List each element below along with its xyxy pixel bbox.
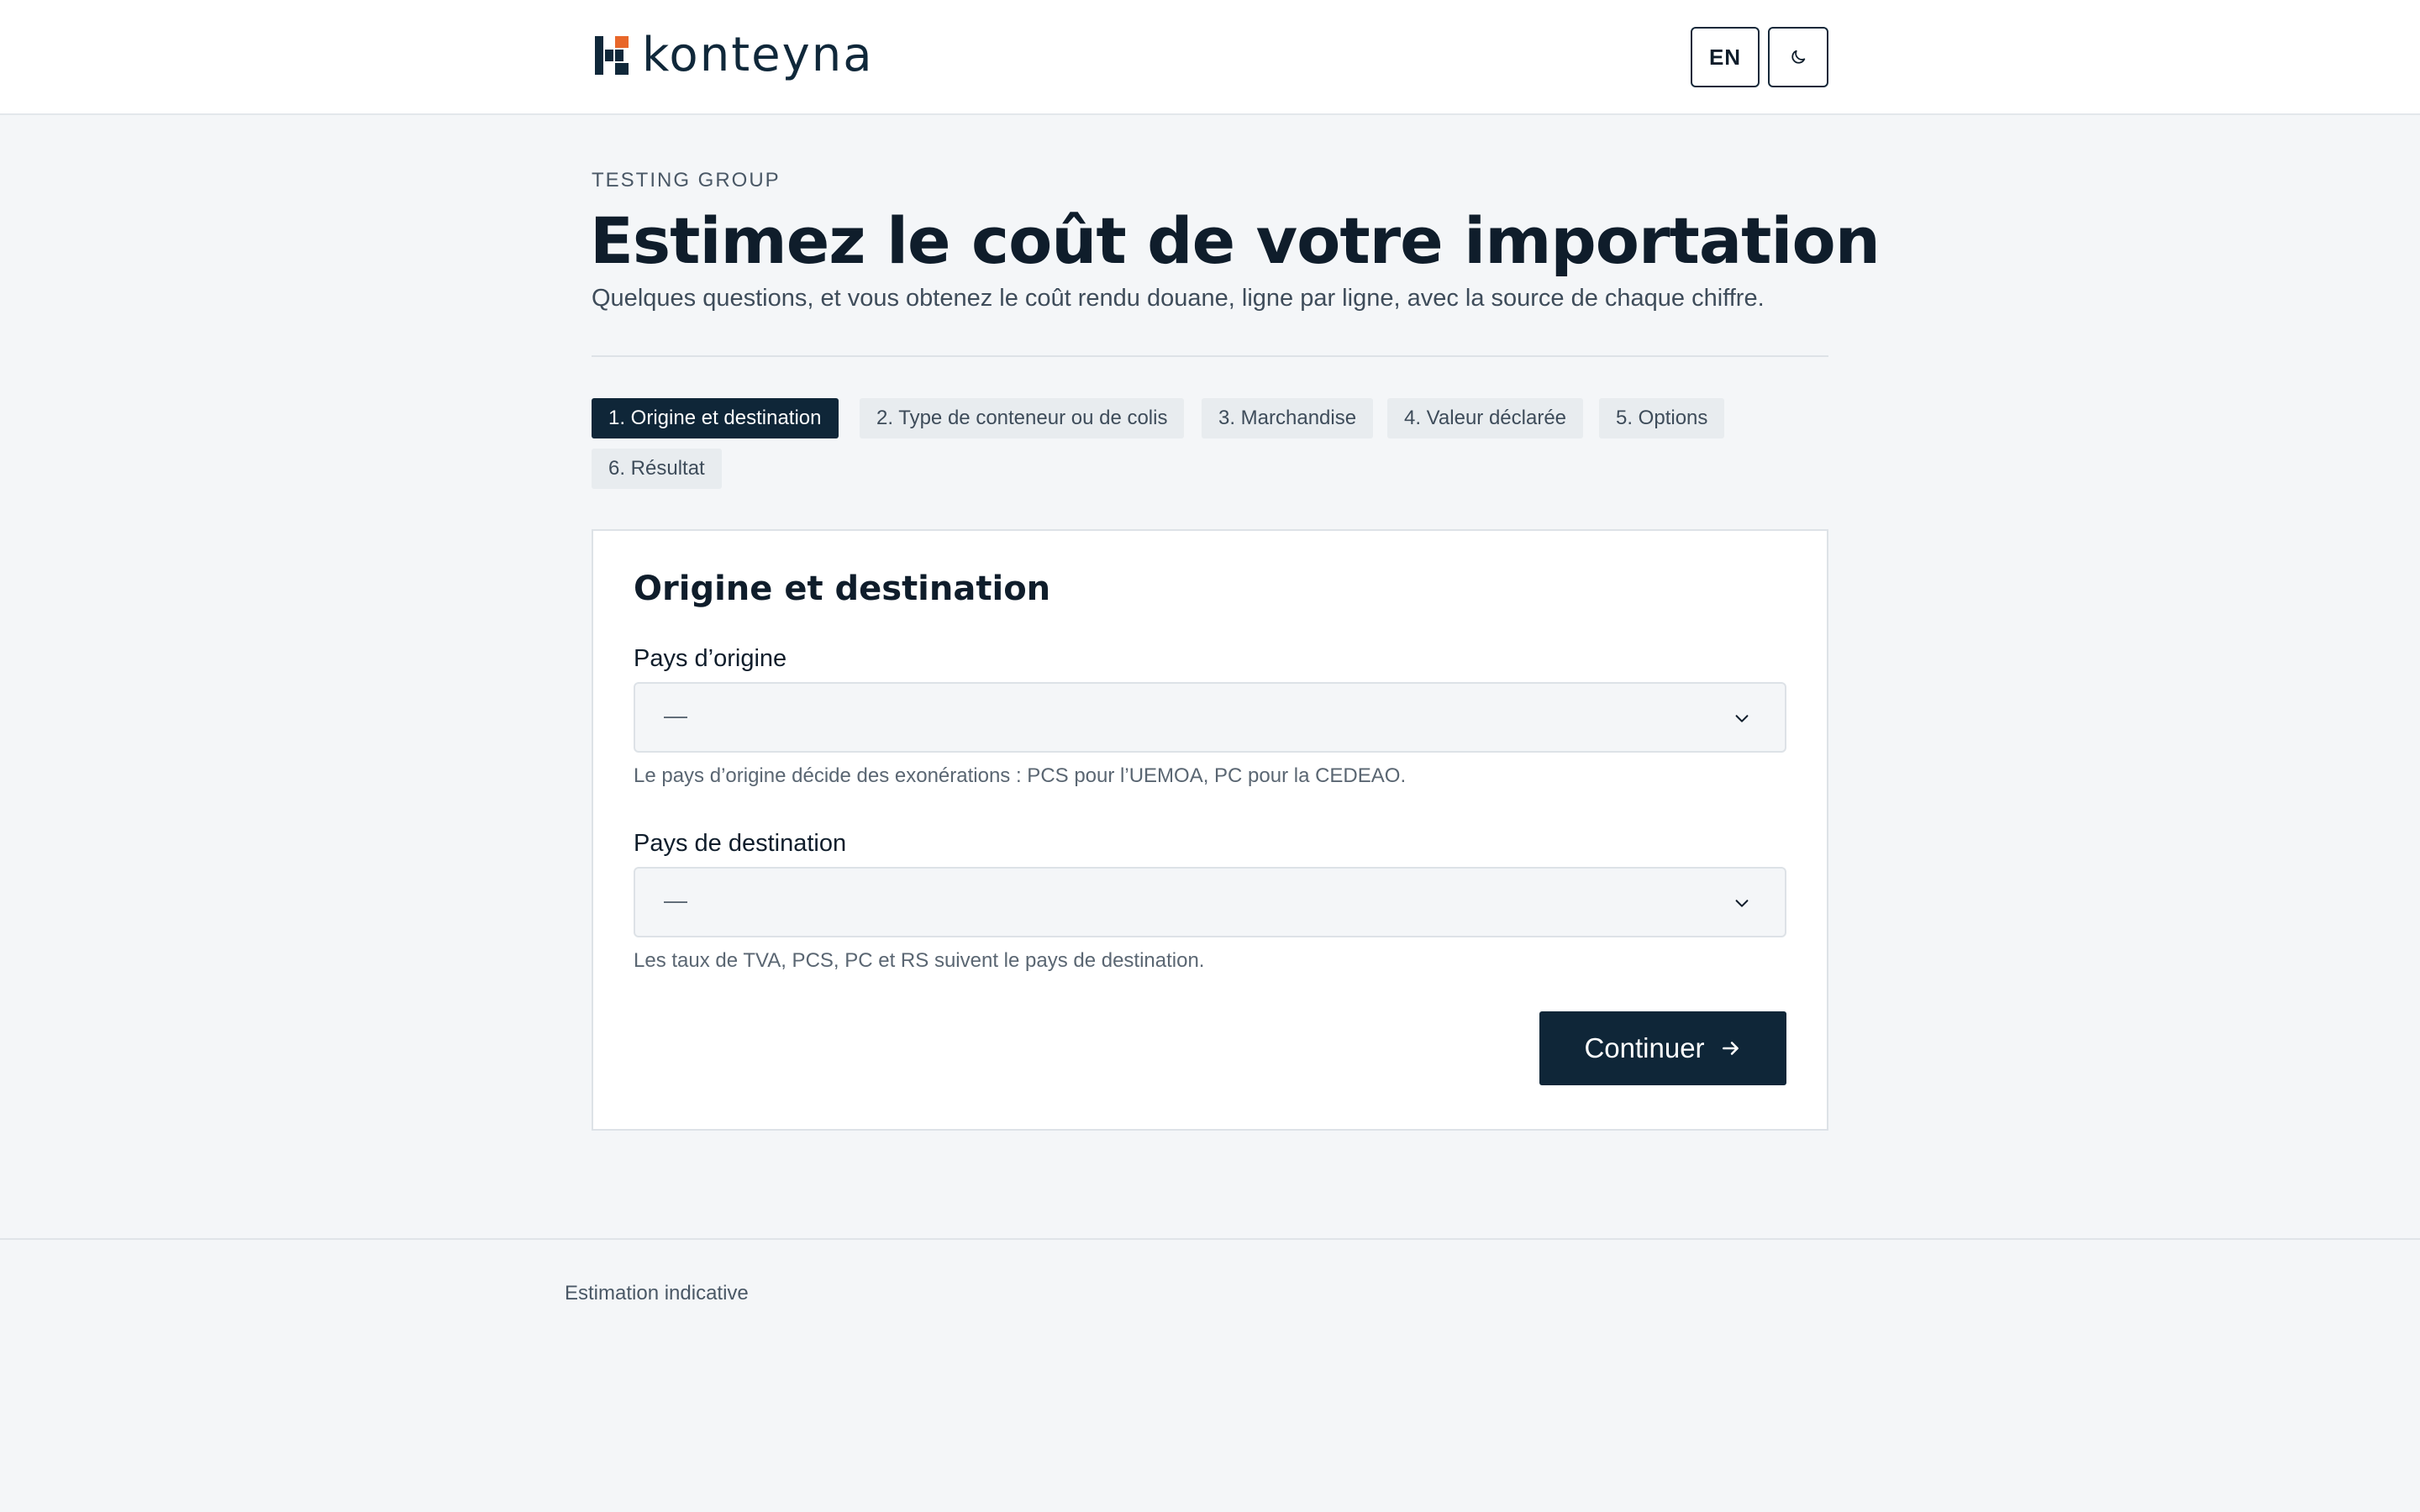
- group-eyebrow: TESTING GROUP: [592, 169, 781, 192]
- form-title: Origine et destination: [634, 570, 1051, 608]
- origin-label: Pays d’origine: [634, 645, 787, 672]
- continue-label: Continuer: [1584, 1032, 1705, 1063]
- moon-icon: [1791, 50, 1806, 64]
- arrow-right-icon: [1722, 1042, 1739, 1055]
- chevron-down-icon: [1735, 715, 1749, 722]
- continue-button[interactable]: Continuer: [1539, 1011, 1786, 1085]
- destination-country-select[interactable]: —: [634, 867, 1786, 937]
- step-origin-destination[interactable]: 1. Origine et destination: [592, 398, 839, 438]
- page-title: Estimez le coût de votre importation: [590, 203, 1881, 278]
- konteyna-logo-icon: [595, 36, 629, 75]
- page-subtitle: Quelques questions, et vous obtenez le c…: [592, 285, 1765, 312]
- footer-disclaimer: Estimation indicative: [565, 1282, 749, 1305]
- step-result[interactable]: 6. Résultat: [592, 449, 722, 489]
- origin-select-value: —: [664, 702, 687, 728]
- destination-label: Pays de destination: [634, 830, 847, 857]
- step-merchandise[interactable]: 3. Marchandise: [1202, 398, 1374, 438]
- step-container-type[interactable]: 2. Type de conteneur ou de colis: [860, 398, 1185, 438]
- footer: Estimation indicative: [0, 1238, 2420, 1512]
- divider: [592, 355, 1828, 357]
- destination-select-value: —: [664, 887, 687, 913]
- top-bar: konteyna EN: [0, 0, 2420, 115]
- step-declared-value[interactable]: 4. Valeur déclarée: [1387, 398, 1584, 438]
- theme-toggle-button[interactable]: [1768, 27, 1828, 87]
- chevron-down-icon: [1735, 900, 1749, 907]
- brand-logo[interactable]: konteyna: [593, 30, 874, 81]
- step-options[interactable]: 5. Options: [1599, 398, 1725, 438]
- language-toggle-button[interactable]: EN: [1691, 27, 1760, 87]
- form-card: Origine et destination Pays d’origine — …: [592, 529, 1828, 1131]
- destination-hint: Les taux de TVA, PCS, PC et RS suivent l…: [634, 949, 1205, 972]
- brand-name: konteyna: [642, 28, 874, 82]
- origin-country-select[interactable]: —: [634, 682, 1786, 753]
- origin-hint: Le pays d’origine décide des exonération…: [634, 764, 1407, 787]
